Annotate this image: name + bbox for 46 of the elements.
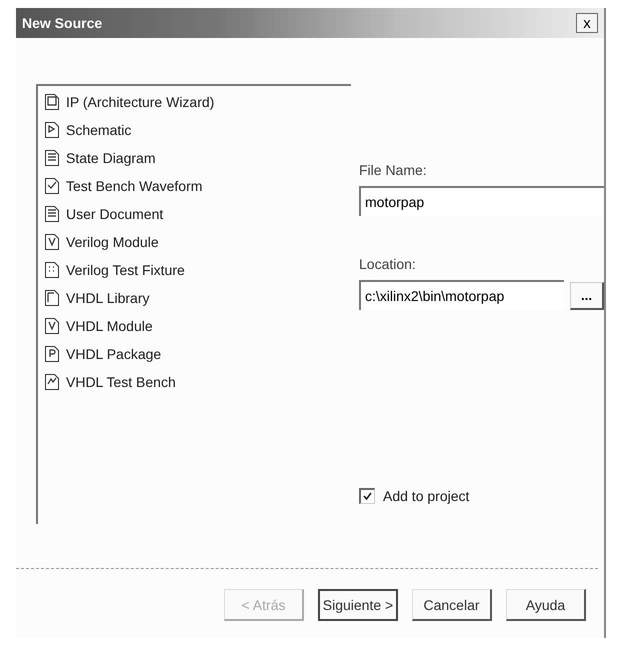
source-type-label: State Diagram — [66, 150, 156, 166]
file-icon — [44, 93, 60, 111]
file-icon — [44, 205, 60, 223]
source-type-item[interactable]: Verilog Test Fixture — [44, 260, 345, 280]
file-name-label: File Name: — [359, 162, 428, 178]
dialog-button[interactable]: Cancelar — [412, 589, 492, 621]
close-button[interactable]: x — [576, 13, 598, 33]
file-icon — [44, 373, 60, 391]
source-type-label: Verilog Module — [66, 234, 159, 250]
file-icon — [44, 149, 60, 167]
file-icon — [44, 261, 60, 279]
file-icon — [44, 317, 60, 335]
source-type-item[interactable]: IP (Architecture Wizard) — [44, 92, 345, 112]
source-type-label: VHDL Test Bench — [66, 374, 176, 390]
source-type-item[interactable]: Verilog Module — [44, 232, 345, 252]
add-to-project-checkbox[interactable] — [359, 488, 375, 504]
file-icon — [44, 289, 60, 307]
source-type-item[interactable]: VHDL Package — [44, 344, 345, 364]
add-to-project-label: Add to project — [383, 488, 470, 504]
location-field[interactable]: c:\xilinx2\bin\motorpap — [359, 280, 564, 310]
source-type-label: Verilog Test Fixture — [66, 262, 185, 278]
source-type-item[interactable]: VHDL Test Bench — [44, 372, 345, 392]
source-type-label: VHDL Library — [66, 290, 150, 306]
source-type-label: Schematic — [66, 122, 132, 138]
browse-button[interactable]: ... — [570, 282, 604, 310]
source-type-item[interactable]: VHDL Library — [44, 288, 345, 308]
source-type-item[interactable]: State Diagram — [44, 148, 345, 168]
file-name-field[interactable]: motorpap — [359, 186, 604, 216]
source-type-label: User Document — [66, 206, 164, 222]
source-type-label: VHDL Module — [66, 318, 153, 334]
source-type-label: Test Bench Waveform — [66, 178, 202, 194]
source-type-label: IP (Architecture Wizard) — [66, 94, 214, 110]
file-icon — [44, 121, 60, 139]
source-type-item[interactable]: VHDL Module — [44, 316, 345, 336]
checkmark-icon — [362, 491, 373, 502]
source-type-item[interactable]: Test Bench Waveform — [44, 176, 345, 196]
source-type-item[interactable]: Schematic — [44, 120, 345, 140]
dialog-button[interactable]: Ayuda — [506, 589, 586, 621]
file-icon — [44, 345, 60, 363]
window-title: New Source — [22, 15, 102, 31]
file-icon — [44, 177, 60, 195]
dialog-button[interactable]: Siguiente > — [318, 589, 398, 621]
source-type-item[interactable]: User Document — [44, 204, 345, 224]
file-icon — [44, 233, 60, 251]
source-type-label: VHDL Package — [66, 346, 162, 362]
location-label: Location: — [359, 256, 417, 272]
